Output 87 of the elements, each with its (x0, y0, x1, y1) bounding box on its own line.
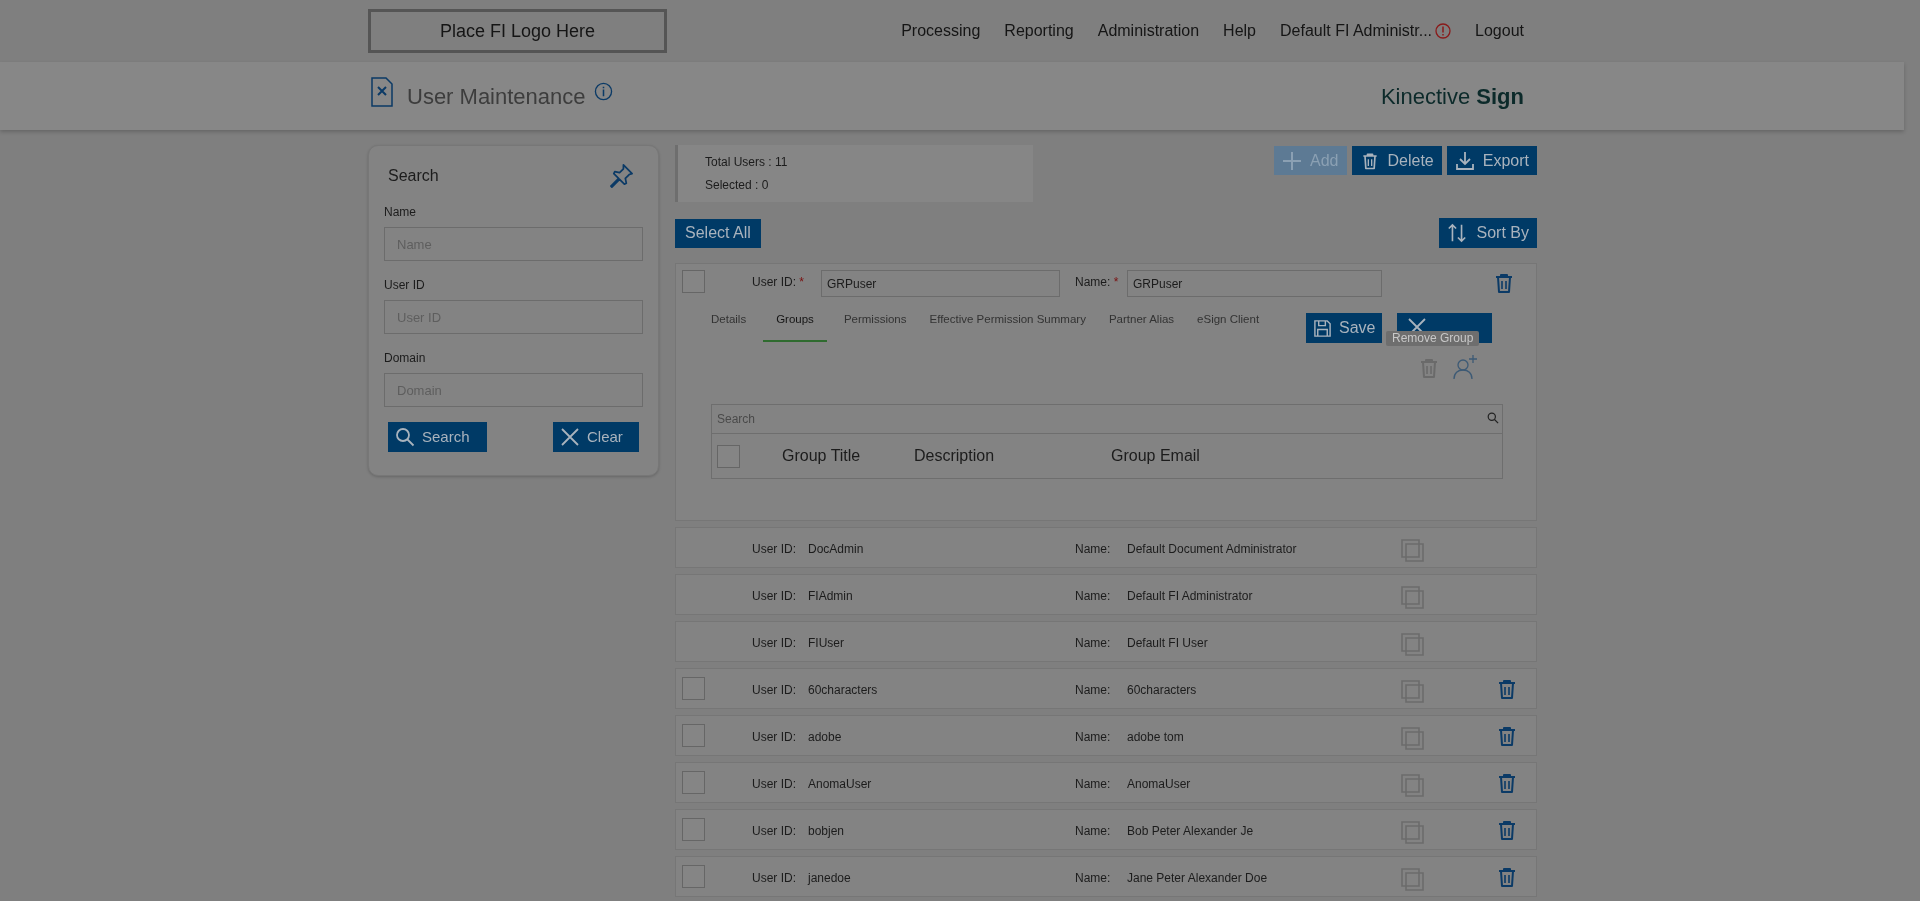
plus-icon (1282, 150, 1303, 171)
checkbox[interactable] (682, 865, 705, 888)
input-field[interactable]: GRPuser (1127, 270, 1382, 297)
summary-text: Total Users : 11 (705, 154, 789, 171)
save-button[interactable]: Save (1306, 313, 1383, 343)
tab[interactable]: Effective Permission Summary (923, 311, 1092, 343)
document-icon (370, 77, 394, 107)
name-text: Default Document Administrator (1127, 541, 1297, 556)
nav-link[interactable]: Processing (901, 19, 981, 43)
field-label: User ID: (752, 729, 796, 744)
checkbox[interactable] (682, 818, 705, 841)
search-button[interactable]: Search (388, 422, 487, 452)
user-id-text: FIUser (808, 635, 844, 650)
field-label: User ID: * (752, 275, 804, 289)
checkbox[interactable] (682, 270, 705, 293)
select-all-button[interactable]: Select All (675, 218, 761, 248)
search-field[interactable]: Search (711, 404, 1503, 434)
field-label: Name: (1075, 776, 1111, 791)
nav-link[interactable]: Reporting (1004, 19, 1074, 43)
field-label: Name: * (1075, 275, 1119, 289)
field-label: Name: (1075, 541, 1111, 556)
logo-link[interactable]: Place FI Logo Here (368, 9, 667, 53)
export-button[interactable]: Export (1446, 146, 1537, 175)
sort-icon (1446, 223, 1467, 243)
checkbox[interactable] (717, 444, 740, 468)
column-header: Description (914, 446, 996, 466)
field-label: Name: (1075, 870, 1111, 885)
field-label: User ID: (752, 823, 796, 838)
field-label: Name: (1075, 635, 1111, 650)
pin-icon[interactable] (609, 163, 634, 188)
checkbox[interactable] (682, 771, 705, 794)
user-id-text: adobe (808, 729, 842, 744)
name-text: adobe tom (1127, 729, 1184, 744)
user-id-text: AnomaUser (808, 776, 872, 791)
panel-title: Search (388, 165, 439, 186)
search-icon (1487, 412, 1499, 424)
checkbox[interactable] (682, 724, 705, 747)
info-icon[interactable] (593, 81, 613, 101)
field-label: User ID (384, 278, 426, 292)
sort-by-button[interactable]: Sort By (1438, 218, 1537, 248)
add-user-icon[interactable] (1452, 354, 1478, 380)
input-field[interactable]: GRPuser (821, 270, 1060, 297)
name-text: Default FI Administrator (1127, 588, 1253, 603)
nav-link[interactable]: Help (1223, 19, 1256, 43)
brand-name: Kinective Sign (1380, 82, 1524, 111)
clear-button[interactable]: Clear (553, 422, 639, 452)
close-icon (560, 427, 580, 447)
user-id-text: 60characters (808, 682, 878, 697)
field-label: Name (384, 205, 417, 219)
delete-button[interactable]: Delete (1351, 146, 1442, 175)
field-label: Domain (384, 351, 427, 365)
field-label: User ID: (752, 682, 796, 697)
nav-link[interactable]: Administration (1097, 19, 1200, 43)
user-id-text: janedoe (808, 870, 851, 885)
tab[interactable]: Partner Alias (1102, 311, 1181, 343)
user-menu-link[interactable]: Default FI Administr... (1280, 19, 1433, 43)
tab[interactable]: Details (705, 311, 753, 343)
tab[interactable]: eSign Client (1191, 311, 1266, 343)
field-label: User ID: (752, 870, 796, 885)
field-label: User ID: (752, 776, 796, 791)
user-id-text: FIAdmin (808, 588, 853, 603)
page-title: User Maintenance (407, 82, 586, 111)
tab[interactable]: Permissions (837, 311, 913, 343)
field-label: User ID: (752, 635, 796, 650)
alert-icon (1435, 23, 1452, 39)
user-id-text: DocAdmin (808, 541, 864, 556)
name-text: 60characters (1127, 682, 1197, 697)
name-text: AnomaUser (1127, 776, 1191, 791)
summary-text: Selected : 0 (705, 177, 770, 194)
field-label: Name: (1075, 823, 1111, 838)
field-label: User ID: (752, 588, 796, 603)
field-label: User ID: (752, 541, 796, 556)
column-header: Group Email (1111, 446, 1200, 466)
field-label: Name: (1075, 729, 1111, 744)
column-header: Group Title (782, 446, 862, 466)
tab[interactable]: Groups (763, 311, 827, 343)
name-text: Bob Peter Alexander Je (1127, 823, 1254, 838)
user-id-text: bobjen (808, 823, 845, 838)
search-icon (395, 427, 415, 447)
field-label: Name: (1075, 682, 1111, 697)
tooltip: Remove Group (1386, 331, 1480, 346)
name-text: Jane Peter Alexander Doe (1127, 870, 1268, 885)
checkbox[interactable] (682, 677, 705, 700)
name-text: Default FI User (1127, 635, 1208, 650)
logout-link[interactable]: Logout (1475, 19, 1524, 43)
download-icon (1454, 150, 1475, 171)
field-label: Name: (1075, 588, 1111, 603)
